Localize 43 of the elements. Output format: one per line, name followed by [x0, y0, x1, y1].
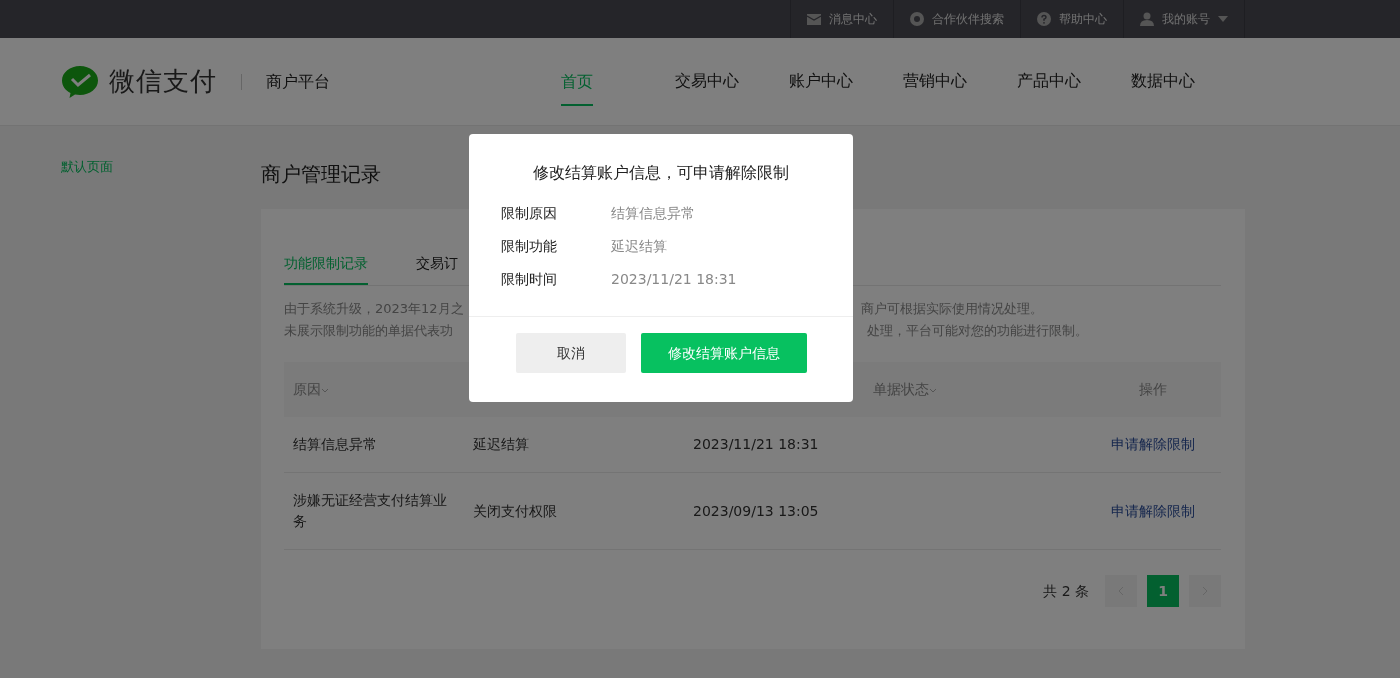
nav-item[interactable]: 交易中心	[675, 37, 789, 126]
top-bar-link-label: 我的账号	[1162, 11, 1210, 28]
target-icon	[910, 12, 924, 26]
previous-page-button[interactable]	[1105, 575, 1137, 607]
field-value: 2023/11/21 18:31	[611, 270, 737, 289]
page-button[interactable]: 1	[1147, 575, 1179, 607]
top-bar-link-label: 帮助中心	[1059, 11, 1107, 28]
dialog-title: 修改结算账户信息，可申请解除限制	[532, 162, 790, 184]
nav-item[interactable]: 首页	[561, 37, 675, 126]
table-cell-text: 延迟结算	[473, 435, 530, 454]
next-page-button[interactable]	[1189, 575, 1221, 607]
notice-text: 由于系统升级，2023年12月之	[284, 300, 465, 318]
nav-item[interactable]: 营销中心	[903, 37, 1017, 126]
brand-name: 微信支付	[109, 65, 217, 98]
table-cell-text: 2023/11/21 18:31	[693, 435, 820, 454]
action-link[interactable]: 申请解除限制	[1111, 502, 1195, 519]
top-bar-link-label: 消息中心	[829, 11, 877, 28]
nav-item[interactable]: 账户中心	[789, 37, 903, 126]
logo-icon	[61, 64, 99, 99]
nav-item[interactable]: 产品中心	[1017, 37, 1131, 126]
tab[interactable]: 功能限制记录	[284, 249, 368, 285]
tab[interactable]: 交易订	[416, 249, 458, 285]
caret-icon	[1218, 16, 1228, 22]
table-cell-text: 关闭支付权限	[473, 501, 558, 521]
mail-icon	[807, 13, 821, 25]
user-icon	[1140, 12, 1154, 26]
field-label: 限制时间	[501, 270, 558, 289]
nav-item[interactable]: 数据中心	[1131, 37, 1245, 126]
action-link[interactable]: 申请解除限制	[1111, 436, 1195, 452]
help-icon	[1037, 12, 1051, 26]
top-bar-link-label: 合作伙伴搜索	[932, 11, 1004, 28]
platform-name: 商户平台	[266, 70, 330, 93]
page-title: 商户管理记录	[261, 161, 381, 188]
total-count: 共 2 条	[1043, 581, 1089, 601]
field-value: 结算信息异常	[611, 204, 695, 223]
field-label: 限制功能	[501, 237, 558, 256]
cancel-button[interactable]: 取消	[515, 333, 626, 373]
field-value: 延迟结算	[611, 237, 667, 256]
table-cell-text: 涉嫌无证经营支付结算业务	[293, 491, 448, 531]
field-label: 限制原因	[501, 204, 558, 223]
table-cell-text: 结算信息异常	[293, 435, 378, 454]
table-cell-text: 2023/09/13 13:05	[693, 501, 820, 521]
confirm-button[interactable]: 修改结算账户信息	[640, 333, 807, 373]
